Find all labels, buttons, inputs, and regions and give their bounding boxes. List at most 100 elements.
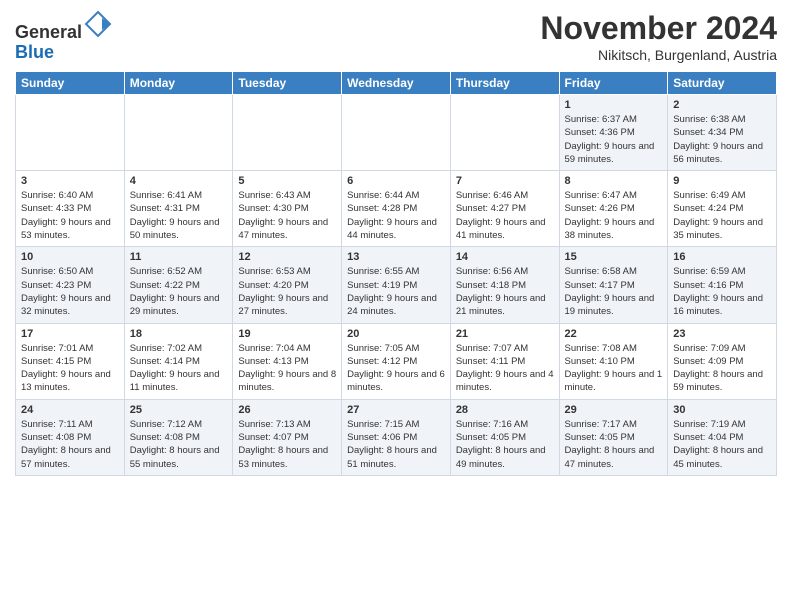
- calendar-cell: 1 Sunrise: 6:37 AM Sunset: 4:36 PM Daylig…: [559, 95, 668, 171]
- calendar-cell: 15 Sunrise: 6:58 AM Sunset: 4:17 PM Dayli…: [559, 247, 668, 323]
- day-info: Sunrise: 7:16 AM Sunset: 4:05 PM Dayligh…: [456, 418, 554, 471]
- day-info: Sunrise: 7:07 AM Sunset: 4:11 PM Dayligh…: [456, 342, 554, 395]
- calendar-cell: 9 Sunrise: 6:49 AM Sunset: 4:24 PM Daylig…: [668, 171, 777, 247]
- logo: General Blue: [15, 10, 112, 63]
- day-number: 24: [21, 404, 119, 416]
- calendar-cell: 29 Sunrise: 7:17 AM Sunset: 4:05 PM Dayli…: [559, 399, 668, 475]
- calendar-cell: 5Sunrise: 6:43 AM Sunset: 4:30 PM Daylig…: [233, 171, 342, 247]
- calendar-cell: 12 Sunrise: 6:53 AM Sunset: 4:20 PM Dayli…: [233, 247, 342, 323]
- day-info: Sunrise: 6:38 AM Sunset: 4:34 PM Dayligh…: [673, 113, 771, 166]
- day-number: 11: [130, 251, 228, 263]
- calendar-cell: 30 Sunrise: 7:19 AM Sunset: 4:04 PM Dayli…: [668, 399, 777, 475]
- weekday-header: Wednesday: [342, 72, 451, 95]
- day-info: Sunrise: 6:50 AM Sunset: 4:23 PM Dayligh…: [21, 265, 119, 318]
- day-number: 3: [21, 175, 119, 187]
- calendar-cell: 4Sunrise: 6:41 AM Sunset: 4:31 PM Daylig…: [124, 171, 233, 247]
- day-info: Sunrise: 6:58 AM Sunset: 4:17 PM Dayligh…: [565, 265, 663, 318]
- day-number: 19: [238, 328, 336, 340]
- day-info: Sunrise: 6:56 AM Sunset: 4:18 PM Dayligh…: [456, 265, 554, 318]
- calendar-cell: 16 Sunrise: 6:59 AM Sunset: 4:16 PM Dayli…: [668, 247, 777, 323]
- header: General Blue November 2024 Nikitsch, Bur…: [15, 10, 777, 63]
- calendar-cell: 10 Sunrise: 6:50 AM Sunset: 4:23 PM Dayli…: [16, 247, 125, 323]
- calendar-cell: 24 Sunrise: 7:11 AM Sunset: 4:08 PM Dayli…: [16, 399, 125, 475]
- day-number: 7: [456, 175, 554, 187]
- day-info: Sunrise: 6:53 AM Sunset: 4:20 PM Dayligh…: [238, 265, 336, 318]
- calendar-cell: 27 Sunrise: 7:15 AM Sunset: 4:06 PM Dayli…: [342, 399, 451, 475]
- calendar-cell: 2Sunrise: 6:38 AM Sunset: 4:34 PM Daylig…: [668, 95, 777, 171]
- day-number: 14: [456, 251, 554, 263]
- day-number: 6: [347, 175, 445, 187]
- weekday-header: Thursday: [450, 72, 559, 95]
- calendar-cell: 28Sunrise: 7:16 AM Sunset: 4:05 PM Dayli…: [450, 399, 559, 475]
- day-info: Sunrise: 6:44 AM Sunset: 4:28 PM Dayligh…: [347, 189, 445, 242]
- day-number: 26: [238, 404, 336, 416]
- calendar: SundayMondayTuesdayWednesdayThursdayFrid…: [15, 71, 777, 476]
- month-title: November 2024: [540, 10, 777, 47]
- location: Nikitsch, Burgenland, Austria: [540, 47, 777, 63]
- day-number: 9: [673, 175, 771, 187]
- calendar-cell: 7 Sunrise: 6:46 AM Sunset: 4:27 PM Daylig…: [450, 171, 559, 247]
- day-number: 4: [130, 175, 228, 187]
- day-number: 10: [21, 251, 119, 263]
- day-number: 27: [347, 404, 445, 416]
- day-info: Sunrise: 6:43 AM Sunset: 4:30 PM Dayligh…: [238, 189, 336, 242]
- logo-blue: Blue: [15, 42, 54, 62]
- calendar-cell: [342, 95, 451, 171]
- calendar-cell: 11 Sunrise: 6:52 AM Sunset: 4:22 PM Dayli…: [124, 247, 233, 323]
- calendar-cell: 22 Sunrise: 7:08 AM Sunset: 4:10 PM Dayli…: [559, 323, 668, 399]
- weekday-header: Sunday: [16, 72, 125, 95]
- calendar-cell: [124, 95, 233, 171]
- calendar-cell: 21 Sunrise: 7:07 AM Sunset: 4:11 PM Dayli…: [450, 323, 559, 399]
- day-info: Sunrise: 6:49 AM Sunset: 4:24 PM Dayligh…: [673, 189, 771, 242]
- day-number: 1: [565, 99, 663, 111]
- day-info: Sunrise: 6:55 AM Sunset: 4:19 PM Dayligh…: [347, 265, 445, 318]
- day-number: 13: [347, 251, 445, 263]
- day-info: Sunrise: 6:52 AM Sunset: 4:22 PM Dayligh…: [130, 265, 228, 318]
- calendar-cell: [450, 95, 559, 171]
- weekday-header: Monday: [124, 72, 233, 95]
- day-number: 16: [673, 251, 771, 263]
- day-info: Sunrise: 7:11 AM Sunset: 4:08 PM Dayligh…: [21, 418, 119, 471]
- calendar-cell: [16, 95, 125, 171]
- calendar-cell: 8Sunrise: 6:47 AM Sunset: 4:26 PM Daylig…: [559, 171, 668, 247]
- weekday-header: Friday: [559, 72, 668, 95]
- day-info: Sunrise: 7:17 AM Sunset: 4:05 PM Dayligh…: [565, 418, 663, 471]
- day-number: 25: [130, 404, 228, 416]
- day-info: Sunrise: 6:37 AM Sunset: 4:36 PM Dayligh…: [565, 113, 663, 166]
- calendar-cell: 13 Sunrise: 6:55 AM Sunset: 4:19 PM Dayli…: [342, 247, 451, 323]
- day-number: 12: [238, 251, 336, 263]
- calendar-cell: 19Sunrise: 7:04 AM Sunset: 4:13 PM Dayli…: [233, 323, 342, 399]
- calendar-cell: 6 Sunrise: 6:44 AM Sunset: 4:28 PM Daylig…: [342, 171, 451, 247]
- day-info: Sunrise: 7:15 AM Sunset: 4:06 PM Dayligh…: [347, 418, 445, 471]
- day-info: Sunrise: 7:13 AM Sunset: 4:07 PM Dayligh…: [238, 418, 336, 471]
- day-number: 29: [565, 404, 663, 416]
- calendar-cell: 23 Sunrise: 7:09 AM Sunset: 4:09 PM Dayli…: [668, 323, 777, 399]
- calendar-cell: 18Sunrise: 7:02 AM Sunset: 4:14 PM Dayli…: [124, 323, 233, 399]
- day-info: Sunrise: 7:02 AM Sunset: 4:14 PM Dayligh…: [130, 342, 228, 395]
- logo-general: General: [15, 22, 82, 42]
- calendar-cell: 26 Sunrise: 7:13 AM Sunset: 4:07 PM Dayli…: [233, 399, 342, 475]
- day-number: 15: [565, 251, 663, 263]
- weekday-header: Saturday: [668, 72, 777, 95]
- calendar-cell: 14 Sunrise: 6:56 AM Sunset: 4:18 PM Dayli…: [450, 247, 559, 323]
- day-info: Sunrise: 6:59 AM Sunset: 4:16 PM Dayligh…: [673, 265, 771, 318]
- day-info: Sunrise: 7:01 AM Sunset: 4:15 PM Dayligh…: [21, 342, 119, 395]
- day-number: 23: [673, 328, 771, 340]
- day-number: 21: [456, 328, 554, 340]
- day-number: 20: [347, 328, 445, 340]
- calendar-cell: 20 Sunrise: 7:05 AM Sunset: 4:12 PM Dayli…: [342, 323, 451, 399]
- title-block: November 2024 Nikitsch, Burgenland, Aust…: [540, 10, 777, 63]
- page: General Blue November 2024 Nikitsch, Bur…: [0, 0, 792, 612]
- day-info: Sunrise: 7:05 AM Sunset: 4:12 PM Dayligh…: [347, 342, 445, 395]
- day-info: Sunrise: 7:09 AM Sunset: 4:09 PM Dayligh…: [673, 342, 771, 395]
- calendar-cell: [233, 95, 342, 171]
- day-info: Sunrise: 7:08 AM Sunset: 4:10 PM Dayligh…: [565, 342, 663, 395]
- logo-icon: [84, 10, 112, 38]
- day-info: Sunrise: 7:19 AM Sunset: 4:04 PM Dayligh…: [673, 418, 771, 471]
- weekday-header: Tuesday: [233, 72, 342, 95]
- day-number: 22: [565, 328, 663, 340]
- day-number: 30: [673, 404, 771, 416]
- day-info: Sunrise: 6:46 AM Sunset: 4:27 PM Dayligh…: [456, 189, 554, 242]
- day-info: Sunrise: 7:12 AM Sunset: 4:08 PM Dayligh…: [130, 418, 228, 471]
- calendar-cell: 17Sunrise: 7:01 AM Sunset: 4:15 PM Dayli…: [16, 323, 125, 399]
